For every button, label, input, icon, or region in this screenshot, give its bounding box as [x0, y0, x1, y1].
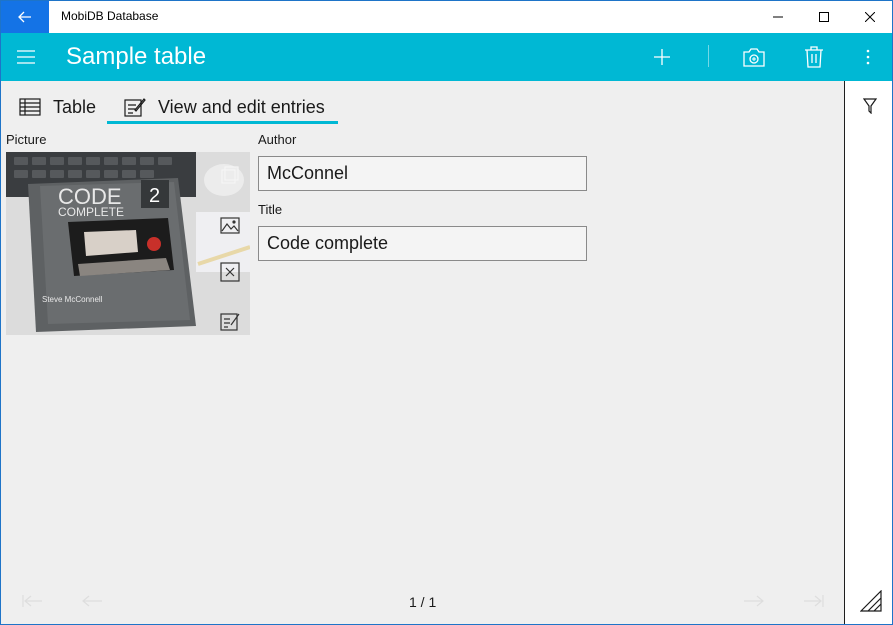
title-bar: MobiDB Database [1, 1, 892, 33]
delete-button[interactable] [799, 42, 829, 72]
close-button[interactable] [847, 1, 892, 33]
title-label: Title [258, 202, 283, 217]
back-button[interactable] [1, 1, 49, 33]
page-title: Sample table [66, 43, 207, 70]
last-page-button[interactable] [801, 590, 827, 612]
filter-button[interactable] [859, 95, 881, 117]
picture-label: Picture [6, 132, 47, 147]
edit-icon [124, 97, 146, 117]
maximize-icon [819, 12, 829, 22]
back-arrow-icon [18, 11, 31, 23]
close-icon [865, 12, 875, 22]
last-page-icon [804, 595, 824, 607]
main-content: Table View and edit entries Picture Auth… [1, 81, 844, 624]
add-entry-button[interactable] [647, 42, 677, 72]
tab-table-label: Table [53, 96, 97, 117]
more-button[interactable] [853, 42, 883, 72]
filter-icon [863, 98, 877, 114]
author-label: Author [258, 132, 297, 147]
tab-selection-indicator [107, 121, 338, 124]
remove-image-button[interactable] [219, 261, 241, 283]
book-edition: 2 [149, 185, 160, 207]
tab-view-edit[interactable]: View and edit entries [124, 89, 325, 125]
table-icon [19, 98, 41, 116]
arrow-left-icon [82, 595, 102, 607]
first-page-button[interactable] [19, 590, 45, 612]
window-title: MobiDB Database [61, 9, 159, 23]
camera-icon [743, 48, 765, 67]
tab-view-edit-label: View and edit entries [158, 96, 325, 117]
app-bar: Sample table [1, 33, 892, 81]
minimize-icon [773, 16, 783, 18]
book-cover-photo: CODE COMPLETE 2 Steve McConnell [6, 152, 250, 335]
author-input[interactable] [258, 156, 587, 191]
hamburger-icon [17, 50, 35, 64]
appbar-divider [708, 45, 709, 67]
resize-icon [860, 590, 882, 612]
picture-field[interactable]: CODE COMPLETE 2 Steve McConnell [6, 152, 250, 335]
save-icon [220, 313, 240, 331]
plus-icon [654, 49, 670, 65]
image-icon [220, 217, 240, 234]
arrow-right-icon [744, 595, 764, 607]
previous-page-button[interactable] [79, 590, 105, 612]
next-page-button[interactable] [741, 590, 767, 612]
minimize-button[interactable] [755, 1, 801, 33]
trash-icon [805, 46, 823, 68]
camera-button[interactable] [739, 42, 769, 72]
take-photo-button[interactable] [219, 164, 241, 186]
book-title-line2: COMPLETE [58, 205, 124, 219]
remove-icon [220, 262, 240, 282]
first-page-icon [22, 595, 42, 607]
maximize-button[interactable] [801, 1, 847, 33]
tab-table[interactable]: Table [19, 89, 96, 125]
copy-icon [221, 166, 239, 184]
resize-button[interactable] [859, 589, 883, 613]
choose-image-button[interactable] [219, 214, 241, 236]
app-window: MobiDB Database Sample table Table View … [0, 0, 893, 625]
page-indicator: 1 / 1 [409, 594, 437, 610]
title-input[interactable] [258, 226, 587, 261]
menu-button[interactable] [16, 49, 36, 65]
book-author: Steve McConnell [42, 295, 103, 304]
more-vertical-icon [866, 49, 870, 65]
save-image-button[interactable] [219, 310, 241, 332]
right-pane [844, 81, 892, 624]
